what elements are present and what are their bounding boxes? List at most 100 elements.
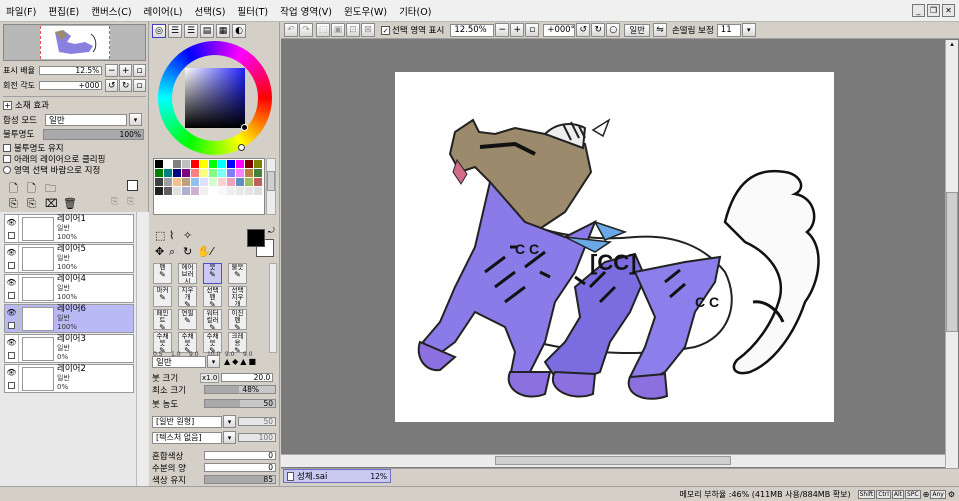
blend-mode-select[interactable]: 일반 (45, 113, 127, 126)
layer-visibility-toggle[interactable]: 👁 (5, 275, 19, 302)
zoom-field[interactable]: 12.50% (450, 23, 495, 37)
brush-tool-slot[interactable]: 펜 ✎ (153, 263, 172, 284)
layer-lock-checkbox[interactable] (8, 352, 15, 360)
eye-icon[interactable]: 👁 (6, 218, 16, 227)
settings-icon[interactable]: ⚙ (948, 490, 955, 499)
water-slider[interactable]: 0 (204, 463, 276, 472)
layer-row[interactable]: 👁 레이어2 일반 0% (4, 364, 134, 393)
brush-size-mult[interactable]: x1.0 (200, 372, 220, 383)
menu-selection[interactable]: 선택(S) (194, 4, 225, 18)
color-swatch[interactable] (191, 187, 199, 195)
zoom-in-button[interactable]: + (119, 64, 133, 77)
delete-layer-icon[interactable]: 🗑 (63, 197, 77, 210)
drawing-canvas[interactable]: [CC] C C C C (395, 72, 834, 422)
minimize-icon[interactable]: _ (912, 4, 925, 17)
brush-tool-slot[interactable]: 페인트 ✎ (153, 309, 172, 330)
redo-icon[interactable]: ↷ (299, 23, 313, 37)
menu-window[interactable]: 윈도우(W) (344, 4, 387, 18)
rotate-field[interactable]: +000° (543, 23, 576, 37)
rotate-slider[interactable]: +000 (38, 81, 103, 90)
color-swatch[interactable] (245, 187, 253, 195)
rotate-ccw-toolbar-button[interactable]: ↺ (576, 23, 591, 37)
brush-mode-select[interactable]: 일반 (152, 355, 206, 368)
color-swatch[interactable] (209, 169, 217, 177)
brush-tool-slot[interactable]: 에어브러시✎ (178, 263, 197, 284)
color-swatch[interactable] (227, 169, 235, 177)
layer-lock-checkbox[interactable] (8, 382, 15, 390)
transfer-down-icon[interactable]: ⎘ (9, 197, 18, 211)
color-swatch[interactable] (182, 169, 190, 177)
brush-shape-select[interactable]: [일반 원형] (152, 415, 222, 428)
swatch-grid[interactable] (153, 158, 265, 215)
clear-layer-icon[interactable]: ⌧ (45, 197, 58, 210)
layer-visibility-toggle[interactable]: 👁 (5, 365, 19, 392)
preserve-opacity-checkbox[interactable]: 불투명도 유지 (3, 142, 64, 154)
color-swatch[interactable] (209, 187, 217, 195)
color-swatch[interactable] (164, 187, 172, 195)
rotate-reset-toolbar-button[interactable]: ○ (606, 23, 621, 37)
rotate-tool-icon[interactable]: ↻ (183, 245, 192, 258)
color-swatch[interactable] (200, 178, 208, 186)
color-swatch[interactable] (218, 169, 226, 177)
brush-tool-slot[interactable]: 연필 ✎ (178, 309, 197, 330)
lasso-icon[interactable]: ⌇ (169, 229, 174, 242)
color-swatch[interactable] (218, 178, 226, 186)
rotate-cw-toolbar-button[interactable]: ↻ (591, 23, 606, 37)
brush-tool-slot[interactable]: 선택펜 ✎ (203, 286, 222, 307)
color-bar-tab-icon[interactable]: ▤ (200, 24, 214, 38)
color-swatch[interactable] (254, 160, 262, 168)
color-swatch[interactable] (191, 178, 199, 186)
primary-color-swatch[interactable] (247, 229, 265, 247)
texture-select[interactable]: [텍스처 없음] (152, 431, 222, 444)
stabilizer-dropdown-icon[interactable]: ▾ (741, 23, 756, 37)
zoom-slider[interactable]: 12.5% (38, 66, 103, 75)
menu-edit[interactable]: 편집(E) (48, 4, 79, 18)
merge-down-icon[interactable]: ⎘ (27, 197, 36, 211)
swap-colors-icon[interactable]: ⤾ (268, 226, 275, 236)
selection-source-radio[interactable]: 영역 선택 바람으로 지정 (3, 164, 100, 176)
layer-row[interactable]: 👁 레이어3 일반 0% (4, 334, 134, 363)
navigator-preview[interactable] (3, 24, 146, 61)
color-swatch[interactable] (209, 160, 217, 168)
zoom-reset-button[interactable]: ▫ (133, 64, 147, 77)
crop-icon[interactable]: ⊡ (346, 23, 360, 37)
sv-handle-icon[interactable] (241, 124, 248, 131)
brush-mode-dropdown-icon[interactable]: ▾ (207, 355, 220, 368)
layer-visibility-toggle[interactable]: 👁 (5, 215, 19, 242)
deselect-icon[interactable]: ⬚ (316, 23, 330, 37)
brush-tool-slot[interactable]: 선택지우개✎ (228, 286, 247, 307)
canvas-vertical-scrollbar[interactable]: ▴ (945, 40, 958, 468)
hand-icon[interactable]: ✋ (197, 245, 211, 258)
zoom-out-button[interactable]: − (105, 64, 119, 77)
rotate-left-button[interactable]: ↺ (105, 79, 119, 92)
menu-layer[interactable]: 레이어(L) (144, 4, 183, 18)
zoom-reset-toolbar-button[interactable]: ▫ (525, 23, 540, 37)
brush-tip-shapes[interactable]: ▲◆▲■ (224, 357, 258, 366)
restore-icon[interactable]: ❐ (927, 4, 940, 17)
saturation-value-square[interactable] (185, 68, 245, 128)
clipping-checkbox[interactable]: 아래의 레이어으로 클리핑 (3, 153, 105, 165)
color-swatch[interactable] (173, 187, 181, 195)
invert-selection-icon[interactable]: ▣ (331, 23, 345, 37)
layer-mask-icon[interactable] (127, 180, 138, 191)
color-swatch[interactable] (236, 187, 244, 195)
wheel-handle-icon[interactable] (238, 144, 245, 151)
selection-display-checkbox[interactable]: ✓ (381, 25, 390, 35)
color-swatch[interactable] (254, 187, 262, 195)
brush-tool-slot[interactable]: 수채붓 ✎ (153, 332, 172, 353)
brush-tool-slot[interactable]: 지우개 ✎ (178, 286, 197, 307)
menu-file[interactable]: 파일(F) (6, 4, 36, 18)
rect-select-icon[interactable]: ⬚ (155, 229, 165, 242)
color-swatch[interactable] (227, 187, 235, 195)
color-swatch[interactable] (191, 160, 199, 168)
rotate-reset-button[interactable]: ▫ (133, 79, 147, 92)
scratchpad-tab-icon[interactable]: ◐ (232, 24, 246, 38)
color-swatch[interactable] (173, 178, 181, 186)
color-swatch[interactable] (182, 187, 190, 195)
eyedropper-icon[interactable]: ⁄ (211, 245, 213, 258)
color-swatch[interactable] (227, 160, 235, 168)
flip-icon[interactable]: ⇋ (652, 23, 667, 37)
brush-tool-slot[interactable]: 워터컬러 ✎ (203, 309, 222, 330)
clear-icon[interactable]: ⊠ (361, 23, 375, 37)
layer-list-scrollbar[interactable] (136, 212, 148, 498)
